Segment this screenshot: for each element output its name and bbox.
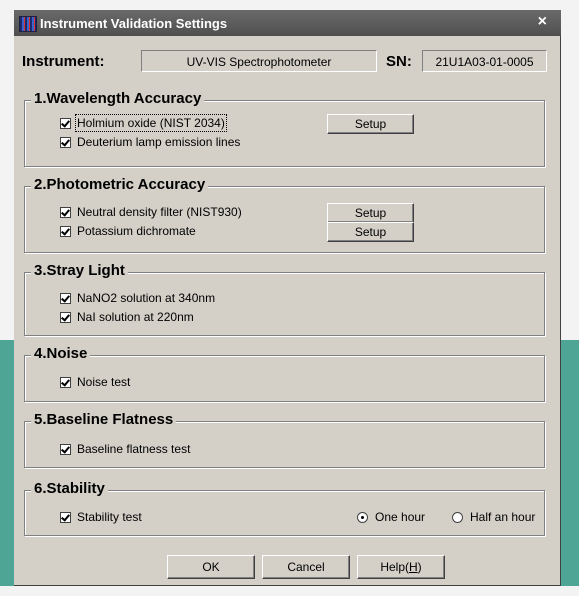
help-suffix: )	[417, 560, 422, 574]
background-left	[0, 10, 14, 340]
cancel-button[interactable]: Cancel	[262, 555, 350, 579]
radio-half-an-hour[interactable]: Half an hour	[452, 510, 535, 524]
radio-dot[interactable]	[452, 512, 463, 523]
background-right	[561, 10, 579, 340]
group-wavelength-accuracy: 1.Wavelength Accuracy	[24, 90, 545, 167]
checkbox-label: Noise test	[77, 375, 131, 389]
group-photometric-accuracy: 2.Photometric Accuracy	[24, 176, 545, 253]
checkbox-box[interactable]	[60, 226, 71, 237]
radio-label: Half an hour	[470, 510, 536, 524]
background-top	[0, 0, 579, 10]
checkbox-box[interactable]	[60, 293, 71, 304]
checkbox-box[interactable]	[60, 118, 71, 129]
checkbox-label: Potassium dichromate	[77, 224, 196, 238]
checkbox-box[interactable]	[60, 444, 71, 455]
help-prefix: Help(	[380, 560, 409, 574]
checkbox-label: Neutral density filter (NIST930)	[77, 205, 242, 219]
checkbox-baseline-flatness-test[interactable]: Baseline flatness test	[60, 442, 190, 456]
group-title: 1.Wavelength Accuracy	[31, 90, 205, 107]
help-accelerator: H	[409, 560, 418, 574]
background-teal-left	[0, 340, 14, 596]
checkbox-neutral-density[interactable]: Neutral density filter (NIST930)	[60, 205, 242, 219]
checkbox-nai-solution[interactable]: NaI solution at 220nm	[60, 310, 194, 324]
checkbox-noise-test[interactable]: Noise test	[60, 375, 130, 389]
checkbox-deuterium-lamp[interactable]: Deuterium lamp emission lines	[60, 135, 240, 149]
sn-label: SN:	[386, 53, 412, 70]
group-title: 6.Stability	[31, 480, 108, 497]
sn-field: 21U1A03-01-0005	[422, 50, 547, 72]
setup-button-neutral-density[interactable]: Setup	[327, 203, 414, 223]
radio-label: One hour	[375, 510, 426, 524]
checkbox-label: Holmium oxide (NIST 2034)	[75, 114, 227, 132]
app-icon	[19, 16, 37, 32]
checkbox-potassium-dichromate[interactable]: Potassium dichromate	[60, 224, 196, 238]
help-button[interactable]: Help(H)	[357, 555, 445, 579]
radio-one-hour[interactable]: One hour	[357, 510, 425, 524]
checkbox-box[interactable]	[60, 137, 71, 148]
checkbox-label: Stability test	[77, 510, 142, 524]
checkbox-box[interactable]	[60, 207, 71, 218]
checkbox-label: NaNO2 solution at 340nm	[77, 291, 216, 305]
close-button[interactable]: ×	[538, 13, 547, 31]
background-teal-right	[561, 340, 579, 596]
group-title: 2.Photometric Accuracy	[31, 176, 209, 193]
instrument-field: UV-VIS Spectrophotometer	[141, 50, 377, 72]
instrument-label: Instrument:	[22, 53, 105, 70]
checkbox-label: Deuterium lamp emission lines	[77, 135, 241, 149]
checkbox-box[interactable]	[60, 512, 71, 523]
checkbox-label: Baseline flatness test	[77, 442, 191, 456]
group-title: 3.Stray Light	[31, 262, 128, 279]
setup-button-holmium[interactable]: Setup	[327, 114, 414, 134]
ok-button[interactable]: OK	[167, 555, 255, 579]
checkbox-box[interactable]	[60, 377, 71, 388]
background-bottom	[0, 586, 579, 596]
group-title: 4.Noise	[31, 345, 91, 362]
checkbox-nano2-solution[interactable]: NaNO2 solution at 340nm	[60, 291, 215, 305]
checkbox-holmium-oxide[interactable]: Holmium oxide (NIST 2034)	[60, 114, 227, 132]
group-title: 5.Baseline Flatness	[31, 411, 177, 428]
instrument-validation-dialog: Instrument Validation Settings × Instrum…	[14, 10, 561, 586]
window-title: Instrument Validation Settings	[40, 16, 228, 31]
checkbox-label: NaI solution at 220nm	[77, 310, 194, 324]
title-bar[interactable]: Instrument Validation Settings ×	[14, 10, 561, 36]
checkbox-box[interactable]	[60, 312, 71, 323]
radio-dot[interactable]	[357, 512, 368, 523]
setup-button-potassium-dichromate[interactable]: Setup	[327, 222, 414, 242]
checkbox-stability-test[interactable]: Stability test	[60, 510, 142, 524]
